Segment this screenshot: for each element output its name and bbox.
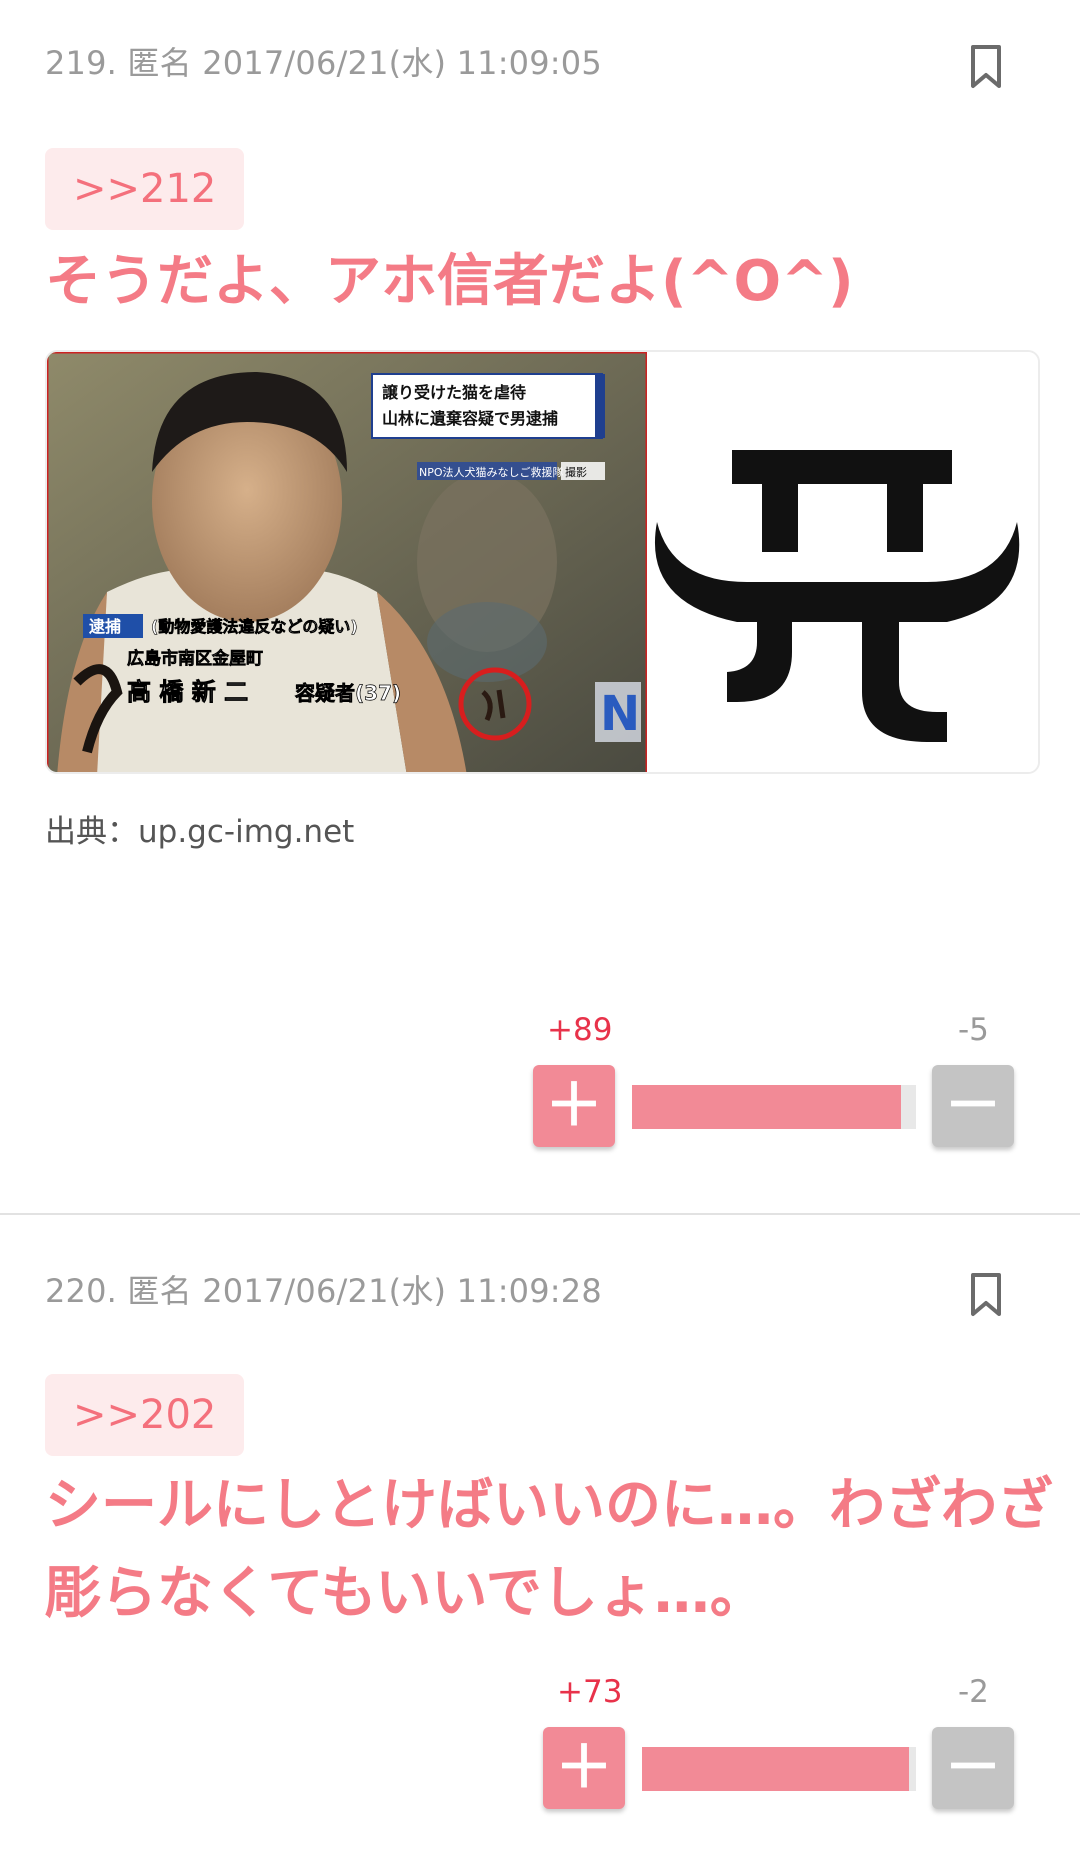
plus-vote-button[interactable]: ＋ [543, 1727, 625, 1809]
plus-icon: ＋ [544, 1071, 603, 1139]
vote-ratio-bar [632, 1085, 916, 1129]
minus-icon: － [943, 1071, 1002, 1139]
vote-ratio-fill [642, 1747, 909, 1791]
comment-219: 219. 匿名 2017/06/21(水) 11:09:05 >>212 そうだ… [0, 0, 1080, 1215]
minus-count: -2 [958, 1674, 989, 1710]
minus-vote-button[interactable]: － [932, 1065, 1014, 1147]
plus-vote-button[interactable]: ＋ [533, 1065, 615, 1147]
vote-ratio-bar [642, 1747, 916, 1791]
comment-220: 220. 匿名 2017/06/21(水) 11:09:28 >>202 シール… [0, 1216, 1080, 1865]
vote-widget: +73 -2 ＋ － [0, 1216, 1080, 1865]
minus-count: -5 [958, 1012, 989, 1048]
minus-icon: － [943, 1733, 1002, 1801]
vote-ratio-fill [632, 1085, 901, 1129]
comment-divider [0, 1213, 1080, 1215]
plus-count: +89 [547, 1012, 613, 1048]
plus-icon: ＋ [554, 1733, 613, 1801]
minus-vote-button[interactable]: － [932, 1727, 1014, 1809]
vote-widget: +89 -5 ＋ － [0, 0, 1080, 1215]
plus-count: +73 [557, 1674, 623, 1710]
